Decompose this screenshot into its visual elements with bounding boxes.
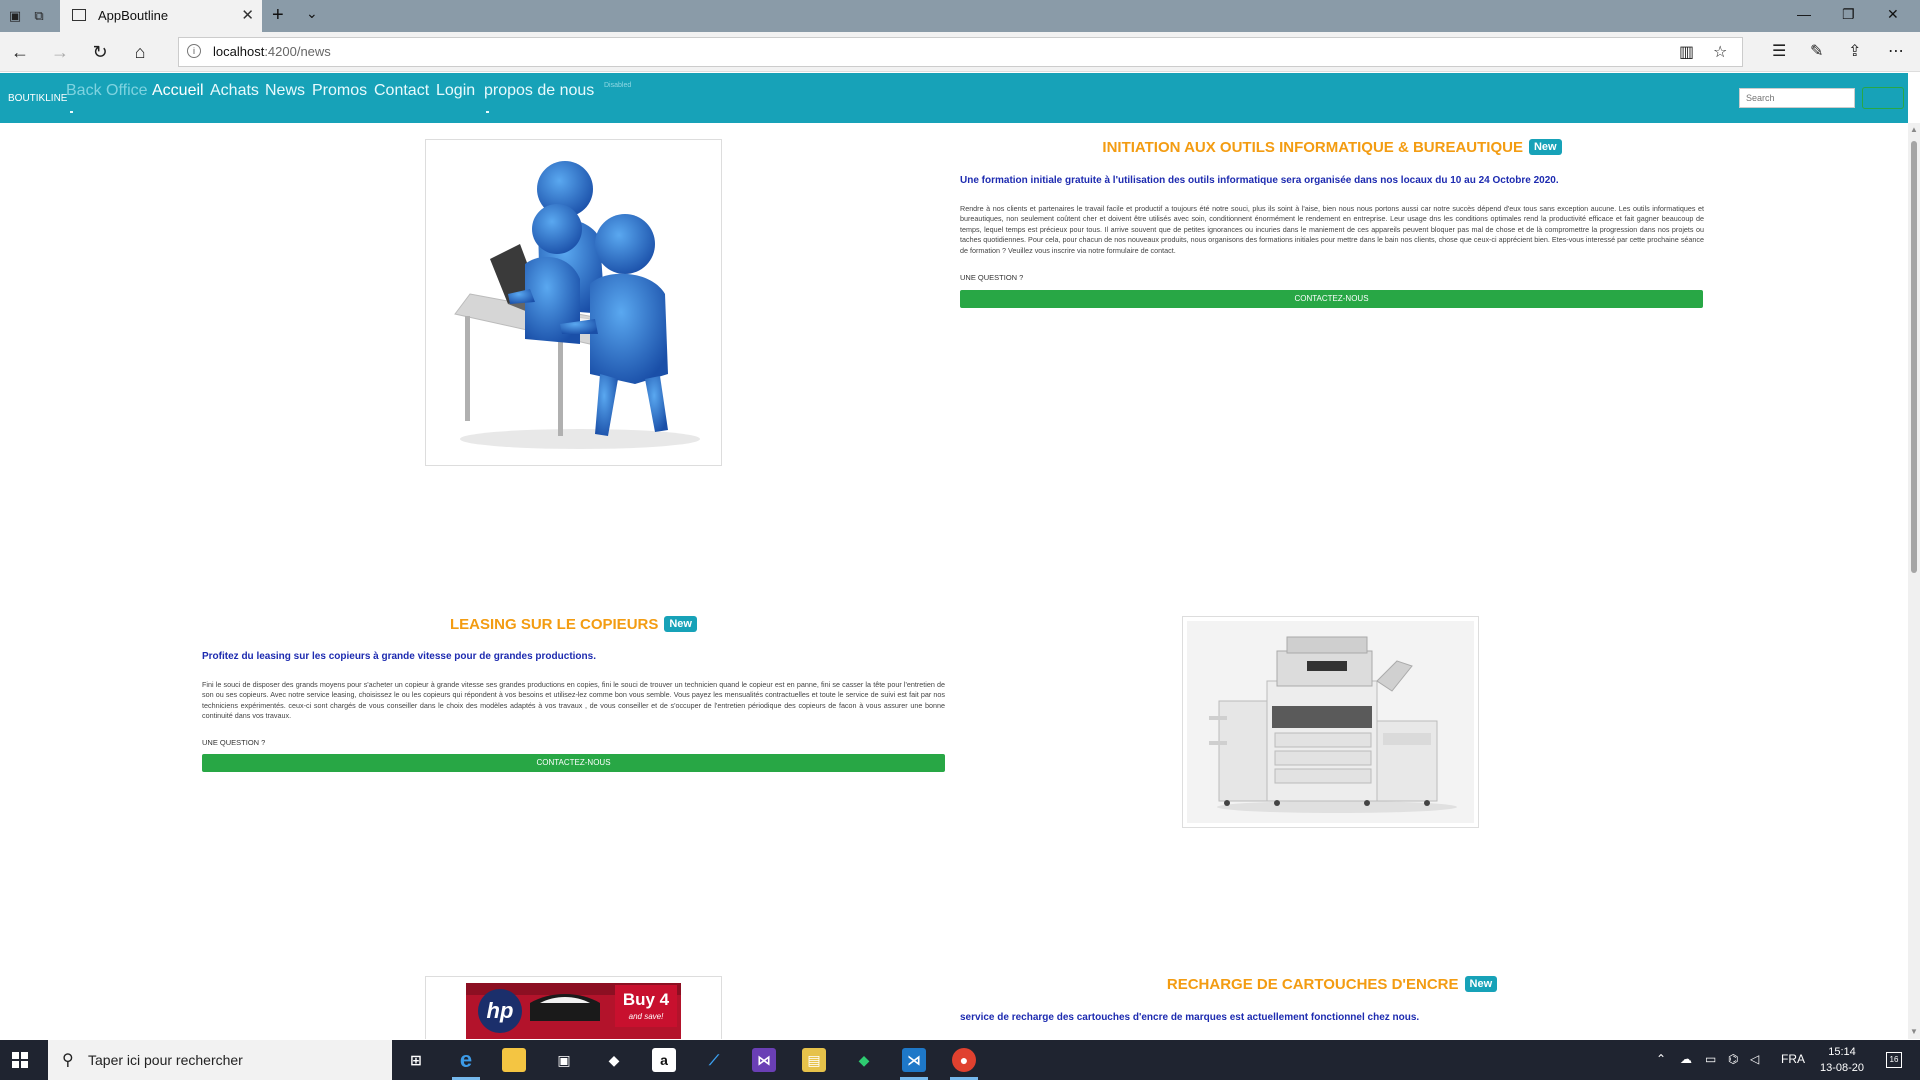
nav-accueil[interactable]: Accueil bbox=[152, 82, 204, 100]
start-windows-icon[interactable] bbox=[12, 1052, 28, 1068]
amazon-icon[interactable]: a bbox=[652, 1048, 676, 1072]
clock[interactable]: 15:14 13-08-20 bbox=[1820, 1044, 1864, 1076]
nav-login[interactable]: Login bbox=[436, 82, 475, 100]
scroll-thumb[interactable] bbox=[1911, 141, 1917, 573]
promo-text-2: and save! bbox=[629, 1012, 664, 1021]
tab-title: AppBoutline bbox=[98, 8, 169, 23]
network-icon[interactable]: ⌬ bbox=[1728, 1052, 1738, 1066]
new-badge: New bbox=[1528, 139, 1562, 155]
question-label: UNE QUESTION ? bbox=[202, 738, 266, 747]
task-view-icon[interactable]: ⊞ bbox=[404, 1048, 428, 1072]
new-tab-icon[interactable]: + bbox=[272, 4, 284, 27]
tab-list-chevron-icon[interactable]: ⌄ bbox=[306, 5, 318, 22]
set-tabs-aside-icon[interactable]: ⧉ bbox=[30, 7, 48, 25]
close-tab-icon[interactable]: ✕ bbox=[241, 6, 254, 24]
visual-studio-icon[interactable]: ⋈ bbox=[752, 1048, 776, 1072]
store-icon[interactable]: ▣ bbox=[552, 1048, 576, 1072]
edge-browser-icon[interactable]: e bbox=[454, 1048, 478, 1072]
taskbar-search-placeholder: Taper ici pour rechercher bbox=[88, 1052, 243, 1068]
more-menu-icon[interactable]: ⋯ bbox=[1888, 41, 1904, 61]
scroll-up-icon[interactable]: ▲ bbox=[1910, 125, 1918, 134]
back-icon[interactable]: ← bbox=[8, 40, 32, 64]
nav-news[interactable]: News bbox=[265, 82, 305, 100]
nav-propos[interactable]: propos de nous bbox=[484, 82, 594, 100]
vscode-icon[interactable]: ⋊ bbox=[902, 1048, 926, 1072]
article-body: Fini le souci de disposer des grands moy… bbox=[202, 680, 945, 721]
article-lead: service de recharge des cartouches d'enc… bbox=[960, 1012, 1420, 1023]
nav-back-office[interactable]: Back Office bbox=[66, 82, 148, 100]
page-icon bbox=[72, 9, 86, 21]
file-explorer-icon[interactable] bbox=[502, 1048, 526, 1072]
article-image-copier bbox=[1182, 616, 1479, 828]
scroll-down-icon[interactable]: ▼ bbox=[1910, 1027, 1918, 1036]
new-badge: New bbox=[1464, 976, 1498, 992]
dropdown-caret-icon bbox=[486, 111, 489, 113]
browser-tab-bar: ▣ ⧉ AppBoutline ✕ + ⌄ — ❐ ✕ bbox=[0, 0, 1920, 32]
notifications-icon[interactable]: 16 bbox=[1886, 1052, 1902, 1068]
volume-icon[interactable]: ◁ bbox=[1750, 1052, 1759, 1066]
article-title-recharge: RECHARGE DE CARTOUCHES D'ENCRE New bbox=[960, 976, 1704, 993]
address-toolbar: ← → ↻ ⌂ i localhost:4200/news ▥ ☆ ☰ ✎ ⇪ … bbox=[0, 32, 1920, 72]
swift-icon[interactable]: ⟋ bbox=[702, 1048, 726, 1072]
contact-button[interactable]: CONTACTEZ-NOUS bbox=[202, 754, 945, 772]
favorite-star-icon[interactable]: ☆ bbox=[1713, 42, 1727, 62]
refresh-icon[interactable]: ↻ bbox=[88, 40, 112, 64]
web-note-icon[interactable]: ✎ bbox=[1810, 41, 1823, 61]
news-page: INITIATION AUX OUTILS INFORMATIQUE & BUR… bbox=[0, 123, 1908, 1039]
app-navbar: BOUTIKLINE Back Office Accueil Achats Ne… bbox=[0, 73, 1908, 123]
new-badge: New bbox=[664, 616, 697, 632]
chrome-icon[interactable]: ● bbox=[952, 1048, 976, 1072]
share-icon[interactable]: ⇪ bbox=[1848, 41, 1861, 61]
taskbar: ⚲ Taper ici pour rechercher ⊞ e ▣ ◆ a ⟋ … bbox=[0, 1040, 1920, 1080]
forward-icon[interactable]: → bbox=[48, 40, 72, 64]
address-bar[interactable]: i localhost:4200/news ▥ ☆ bbox=[178, 37, 1743, 67]
brand-logo[interactable]: BOUTIKLINE bbox=[8, 93, 67, 104]
reading-view-icon[interactable]: ▥ bbox=[1679, 42, 1694, 62]
article-lead: Une formation initiale gratuite à l'util… bbox=[960, 175, 1559, 186]
browser-tab[interactable]: AppBoutline ✕ bbox=[60, 0, 262, 32]
tabs-aside-icon[interactable]: ▣ bbox=[6, 7, 24, 25]
contact-button[interactable]: CONTACTEZ-NOUS bbox=[960, 290, 1703, 308]
url-text[interactable]: localhost:4200/news bbox=[213, 44, 331, 59]
site-info-icon[interactable]: i bbox=[187, 44, 201, 58]
search-icon: ⚲ bbox=[62, 1052, 74, 1069]
minimize-icon[interactable]: — bbox=[1797, 6, 1811, 22]
restore-icon[interactable]: ❐ bbox=[1842, 6, 1855, 23]
article-title-initiation: INITIATION AUX OUTILS INFORMATIQUE & BUR… bbox=[960, 139, 1704, 156]
taskbar-search[interactable]: ⚲ Taper ici pour rechercher bbox=[48, 1040, 392, 1080]
dropbox-icon[interactable]: ◆ bbox=[602, 1048, 626, 1072]
page-scrollbar[interactable]: ▲ ▼ bbox=[1908, 123, 1920, 1039]
hp-logo: hp bbox=[487, 998, 514, 1023]
language-indicator[interactable]: FRA bbox=[1781, 1052, 1805, 1066]
nav-disabled: Disabled bbox=[604, 82, 632, 89]
article-lead: Profitez du leasing sur les copieurs à g… bbox=[202, 651, 596, 662]
article-title-leasing: LEASING SUR LE COPIEURS New bbox=[202, 616, 945, 633]
promo-text-1: Buy 4 bbox=[623, 990, 670, 1009]
show-hidden-icons-chevron-icon[interactable]: ⌃ bbox=[1656, 1052, 1666, 1066]
nav-achats[interactable]: Achats bbox=[210, 82, 259, 100]
close-window-icon[interactable]: ✕ bbox=[1887, 6, 1899, 23]
dropdown-caret-icon bbox=[70, 111, 73, 113]
battery-icon[interactable]: ▭ bbox=[1705, 1052, 1716, 1066]
article-image-ink: hp Buy 4 and save! bbox=[425, 976, 722, 1039]
sql-icon[interactable]: ▤ bbox=[802, 1048, 826, 1072]
search-button[interactable] bbox=[1862, 87, 1904, 109]
article-image-training bbox=[425, 139, 722, 466]
onedrive-cloud-icon[interactable]: ☁ bbox=[1680, 1052, 1692, 1066]
question-label: UNE QUESTION ? bbox=[960, 273, 1024, 282]
nav-contact[interactable]: Contact bbox=[374, 82, 429, 100]
favorites-hub-icon[interactable]: ☰ bbox=[1772, 41, 1786, 61]
nav-promos[interactable]: Promos bbox=[312, 82, 367, 100]
article-body: Rendre à nos clients et partenaires le t… bbox=[960, 204, 1704, 255]
search-input[interactable] bbox=[1739, 88, 1855, 108]
home-icon[interactable]: ⌂ bbox=[128, 40, 152, 64]
app-green-icon[interactable]: ◆ bbox=[852, 1048, 876, 1072]
